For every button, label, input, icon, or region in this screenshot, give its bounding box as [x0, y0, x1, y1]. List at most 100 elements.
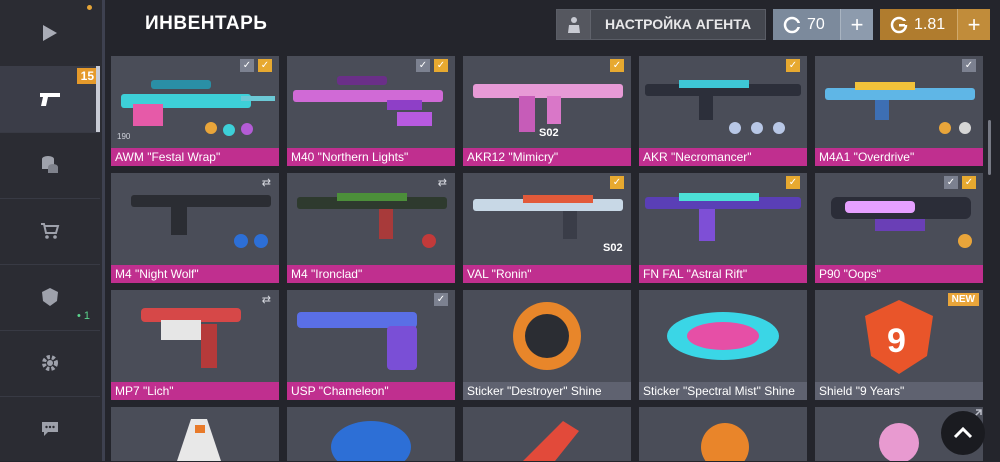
destroyer-sticker-image	[513, 302, 581, 370]
inventory-item[interactable]: 190 ✓ ✓ AWM "Festal Wrap"	[111, 56, 279, 166]
agent-settings-button[interactable]: НАСТРОЙКА АГЕНТА	[556, 9, 766, 40]
silver-coin-icon	[783, 16, 801, 33]
select-check-icon[interactable]: ✓	[434, 293, 448, 306]
inventory-item[interactable]	[463, 407, 631, 461]
inventory-item[interactable]: ✓ USP "Chameleon"	[287, 290, 455, 400]
chevron-up-icon	[953, 427, 973, 439]
inventory-item[interactable]: ✓ FN FAL "Astral Rift"	[639, 173, 807, 283]
item-image	[701, 423, 749, 461]
gear-icon	[42, 355, 58, 371]
equipped-check-icon: ✓	[434, 59, 448, 72]
equipped-check-icon: ✓	[610, 59, 624, 72]
gold-coin-icon	[890, 16, 908, 33]
sidebar-item-clan[interactable]: • 1	[0, 264, 100, 331]
svg-text:S02: S02	[539, 127, 559, 139]
spectral-mist-sticker-image	[667, 312, 779, 360]
sidebar-item-weapons[interactable]: 15	[0, 66, 100, 133]
inventory-item[interactable]: ✓ M4A1 "Overdrive"	[815, 56, 983, 166]
m4a1-rifle-image	[825, 82, 975, 134]
inventory-item[interactable]	[639, 407, 807, 461]
sidebar-item-market[interactable]	[0, 198, 100, 265]
item-name: VAL "Ronin"	[463, 265, 631, 283]
item-image	[523, 421, 579, 461]
item-name: AKR12 "Mimicry"	[463, 148, 631, 166]
inventory-item[interactable]	[287, 407, 455, 461]
select-check-icon[interactable]: ✓	[944, 176, 958, 189]
item-name: M4 "Ironclad"	[287, 265, 455, 283]
clan-count: • 1	[76, 310, 90, 322]
equipped-check-icon: ✓	[786, 176, 800, 189]
play-icon	[43, 25, 57, 41]
inventory-item[interactable]: S02 ✓ VAL "Ronin"	[463, 173, 631, 283]
akr-rifle-image	[645, 80, 801, 134]
item-name: Sticker "Spectral Mist" Shine	[639, 382, 807, 400]
silver-amount: 70	[807, 15, 825, 33]
sidebar: 15 • 1	[0, 0, 102, 461]
add-silver-button[interactable]: +	[840, 9, 873, 40]
item-image	[177, 419, 221, 461]
item-name: Shield "9 Years"	[815, 382, 983, 400]
inventory-item[interactable]: ✓ AKR "Necromancer"	[639, 56, 807, 166]
usp-pistol-image	[297, 312, 417, 370]
inventory-item[interactable]: S02 ✓ AKR12 "Mimicry"	[463, 56, 631, 166]
sidebar-item-cases[interactable]	[0, 132, 100, 199]
inventory-item[interactable]: ⇄ M4 "Night Wolf"	[111, 173, 279, 283]
silver-balance: 70 +	[773, 9, 873, 40]
item-name: FN FAL "Astral Rift"	[639, 265, 807, 283]
m4-rifle-image	[131, 195, 271, 248]
sidebar-item-settings[interactable]	[0, 330, 100, 397]
sidebar-item-play[interactable]	[0, 0, 100, 67]
gold-balance: 1.81 +	[880, 9, 990, 40]
agent-settings-label: НАСТРОЙКА АГЕНТА	[604, 16, 752, 32]
item-name: P90 "Oops"	[815, 265, 983, 283]
cart-icon	[41, 223, 60, 239]
val-rifle-image: S02	[473, 195, 623, 254]
shuffle-icon[interactable]: ⇄	[262, 176, 271, 189]
svg-text:9: 9	[887, 322, 906, 360]
inventory-item[interactable]: Sticker "Destroyer" Shine	[463, 290, 631, 400]
item-name: MP7 "Lich"	[111, 382, 279, 400]
item-image	[331, 421, 411, 461]
inventory-item[interactable]: ✓ ✓ M40 "Northern Lights"	[287, 56, 455, 166]
inventory-item[interactable]: ✓ ✓ P90 "Oops"	[815, 173, 983, 283]
m4-ironclad-image	[297, 193, 447, 248]
sidebar-divider	[102, 0, 105, 461]
sidebar-item-chat[interactable]	[0, 396, 100, 462]
add-gold-button[interactable]: +	[957, 9, 990, 40]
inventory-item[interactable]: ⇄ M4 "Ironclad"	[287, 173, 455, 283]
inventory-item[interactable]: ⇄ MP7 "Lich"	[111, 290, 279, 400]
page-title: ИНВЕНТАРЬ	[145, 13, 268, 34]
select-check-icon[interactable]: ✓	[962, 59, 976, 72]
item-name: USP "Chameleon"	[287, 382, 455, 400]
pistol-icon	[40, 93, 60, 106]
item-name: Sticker "Destroyer" Shine	[463, 382, 631, 400]
select-check-icon[interactable]: ✓	[240, 59, 254, 72]
equipped-check-icon: ✓	[786, 59, 800, 72]
select-check-icon[interactable]: ✓	[416, 59, 430, 72]
coins-icon	[42, 156, 58, 173]
item-name: M4A1 "Overdrive"	[815, 148, 983, 166]
mp7-smg-image	[141, 308, 241, 368]
shuffle-icon[interactable]: ⇄	[262, 293, 271, 306]
new-badge: NEW	[947, 293, 979, 306]
clan-icon	[42, 288, 58, 306]
chat-icon	[42, 422, 58, 436]
scroll-up-button[interactable]	[941, 411, 985, 455]
inventory-item[interactable]: Sticker "Spectral Mist" Shine	[639, 290, 807, 400]
header: ИНВЕНТАРЬ НАСТРОЙКА АГЕНТА 70 + 1.81 +	[105, 0, 1000, 50]
weapons-count-badge: 15	[76, 68, 98, 84]
equipped-check-icon: ✓	[258, 59, 272, 72]
item-name: M4 "Night Wolf"	[111, 265, 279, 283]
inventory-item[interactable]: 9 NEW Shield "9 Years"	[815, 290, 983, 400]
notification-dot	[87, 5, 92, 10]
item-name: M40 "Northern Lights"	[287, 148, 455, 166]
item-count: 190	[117, 132, 131, 141]
svg-text:S02: S02	[603, 242, 623, 254]
fnfal-rifle-image	[645, 193, 801, 241]
equipped-check-icon: ✓	[962, 176, 976, 189]
inventory-item[interactable]	[111, 407, 279, 461]
akr12-rifle-image: S02	[473, 84, 623, 139]
scrollbar[interactable]	[988, 120, 991, 175]
shuffle-icon[interactable]: ⇄	[438, 176, 447, 189]
equipped-check-icon: ✓	[610, 176, 624, 189]
